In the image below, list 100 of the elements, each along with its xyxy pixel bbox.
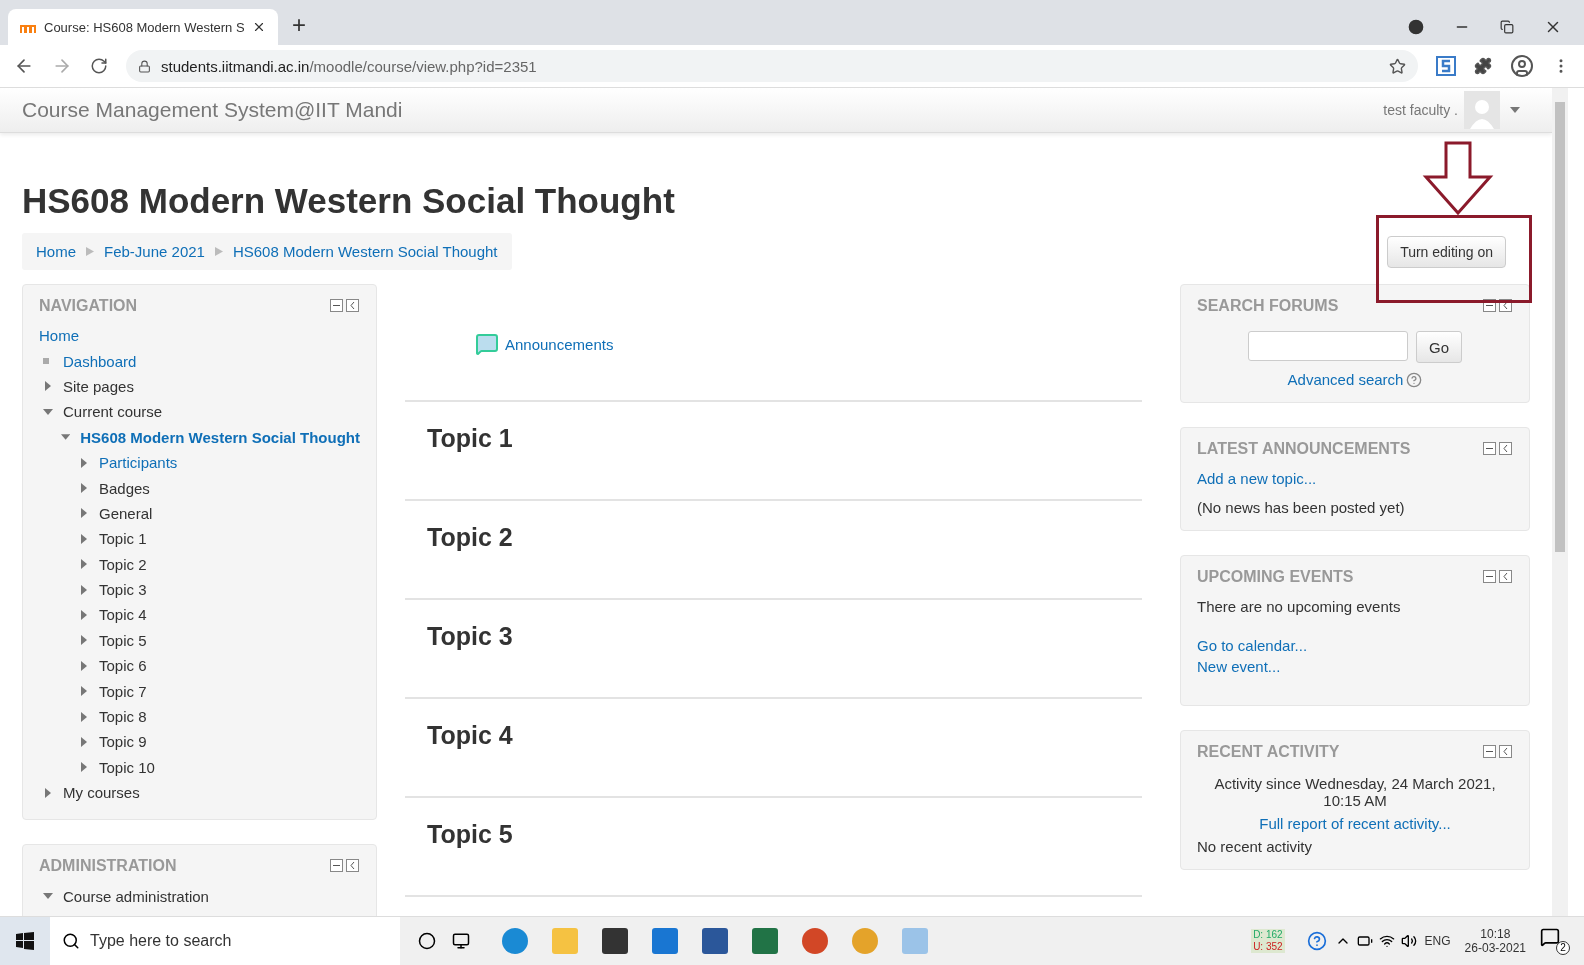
windows-logo-icon: [16, 932, 34, 950]
browser-tab[interactable]: Course: HS608 Modern Western S: [8, 9, 278, 45]
nav-item[interactable]: Site pages: [63, 377, 134, 395]
browser-app-icon[interactable]: [502, 928, 528, 954]
breadcrumb-link[interactable]: Feb-June 2021: [104, 243, 205, 260]
task-view-icon[interactable]: [452, 932, 470, 950]
taskbar-search-field[interactable]: Type here to search: [50, 917, 400, 965]
speaker-icon[interactable]: [1400, 933, 1417, 949]
block-title: NAVIGATION: [39, 297, 138, 315]
collapsed-triangle-icon[interactable]: [79, 736, 89, 747]
activity-since-text: Activity since Wednesday, 24 March 2021, 10:15 AM: [1213, 775, 1497, 809]
down-arrow-icon: [1422, 141, 1494, 215]
full-report-link[interactable]: Full report of recent activity...: [1197, 815, 1513, 832]
address-bar[interactable]: students.iitmandi.ac.in/moodle/course/view.php?id=2351: [126, 50, 1418, 82]
help-icon[interactable]: [1406, 371, 1423, 388]
clock[interactable]: 10:18 26-03-2021: [1464, 927, 1526, 955]
nav-item[interactable]: Topic 8: [99, 708, 147, 726]
nav-item[interactable]: Topic 1: [99, 530, 147, 548]
media-icon[interactable]: [1408, 19, 1424, 35]
collapsed-triangle-icon[interactable]: [79, 483, 89, 494]
block-title: UPCOMING EVENTS: [1197, 568, 1354, 586]
reload-icon[interactable]: [90, 57, 108, 75]
calendar-link[interactable]: Go to calendar...: [1197, 637, 1513, 654]
collapsed-triangle-icon[interactable]: [79, 610, 89, 620]
collapsed-triangle-icon[interactable]: [79, 686, 89, 697]
nav-item[interactable]: Topic 9: [99, 733, 147, 751]
collapsed-triangle-icon[interactable]: [43, 381, 53, 392]
language-indicator[interactable]: ENG: [1424, 934, 1451, 948]
nav-link[interactable]: Participants: [99, 454, 178, 472]
nav-link[interactable]: Home: [39, 327, 79, 345]
calendar-link[interactable]: New event...: [1197, 658, 1513, 675]
profile-icon[interactable]: [1510, 54, 1534, 78]
nav-item[interactable]: Topic 4: [99, 606, 147, 624]
restore-icon[interactable]: [1500, 20, 1514, 34]
caret-icon[interactable]: [1510, 105, 1520, 115]
nav-item[interactable]: Topic 2: [99, 555, 147, 573]
separator-icon: [86, 247, 94, 256]
collapsed-triangle-icon[interactable]: [79, 508, 89, 519]
collapsed-triangle-icon[interactable]: [79, 457, 89, 468]
breadcrumb-link[interactable]: HS608 Modern Western Social Thought: [232, 243, 498, 260]
nav-item[interactable]: Badges: [99, 479, 150, 497]
advanced-search-link[interactable]: Advanced search: [1287, 371, 1404, 388]
nav-item[interactable]: Topic 6: [99, 657, 147, 675]
collapsed-triangle-icon[interactable]: [79, 559, 89, 570]
expanded-triangle-icon[interactable]: [61, 432, 71, 443]
nav-item[interactable]: Current course: [63, 403, 163, 421]
notification-icon: [1540, 927, 1560, 947]
nav-item[interactable]: Topic 7: [99, 682, 147, 700]
breadcrumb-link[interactable]: Home: [36, 243, 76, 260]
block-controls-icon[interactable]: [330, 859, 360, 874]
collapsed-triangle-icon[interactable]: [79, 635, 89, 646]
collapsed-triangle-icon[interactable]: [79, 762, 89, 773]
collapsed-triangle-icon[interactable]: [79, 711, 89, 722]
nav-item[interactable]: My courses: [63, 784, 140, 802]
new-tab-button[interactable]: +: [292, 11, 306, 39]
network-icon[interactable]: [1378, 933, 1395, 949]
nav-link[interactable]: Dashboard: [63, 352, 137, 370]
topic-heading: Topic 5: [427, 820, 514, 849]
block-title: SEARCH FORUMS: [1197, 297, 1339, 315]
site-name[interactable]: Course Management System@IIT Mandi: [22, 98, 403, 122]
expanded-triangle-icon[interactable]: [43, 406, 53, 417]
start-button[interactable]: [0, 917, 50, 965]
block-controls-icon[interactable]: [1483, 745, 1513, 759]
powerpoint-app-icon[interactable]: [802, 928, 828, 954]
nav-link[interactable]: HS608 Modern Western Social Thought: [80, 428, 360, 446]
block-controls-icon[interactable]: [330, 299, 360, 313]
collapsed-triangle-icon[interactable]: [79, 584, 89, 595]
puzzle-icon[interactable]: [1474, 57, 1492, 75]
topic-heading: Topic 4: [427, 721, 514, 750]
block-title: LATEST ANNOUNCEMENTS: [1197, 440, 1411, 458]
star-icon[interactable]: [1389, 57, 1406, 75]
help-icon[interactable]: [1306, 931, 1327, 951]
announcements-link[interactable]: Announcements: [505, 335, 614, 353]
go-button[interactable]: Go: [1416, 331, 1462, 363]
nav-item[interactable]: General: [99, 504, 153, 522]
lock-icon: [138, 59, 151, 73]
collapsed-triangle-icon[interactable]: [79, 660, 89, 671]
user-name[interactable]: test faculty .: [1383, 102, 1458, 118]
turn-editing-on-button[interactable]: Turn editing on: [1387, 235, 1506, 268]
bullet-icon: [43, 358, 49, 365]
extension-s-icon[interactable]: [1436, 56, 1456, 76]
nav-item[interactable]: Topic 10: [99, 758, 155, 776]
collapsed-triangle-icon[interactable]: [43, 787, 53, 798]
scrollbar[interactable]: [1552, 88, 1568, 916]
close-icon[interactable]: [252, 20, 266, 34]
cortana-icon[interactable]: [418, 932, 436, 950]
nav-item[interactable]: Topic 5: [99, 631, 147, 649]
notification-button[interactable]: 2: [1540, 927, 1570, 955]
add-topic-link[interactable]: Add a new topic...: [1197, 470, 1513, 487]
block-controls-icon[interactable]: [1483, 570, 1513, 584]
empty-message: There are no upcoming events: [1197, 598, 1402, 615]
search-field[interactable]: [1248, 331, 1408, 361]
collapsed-triangle-icon[interactable]: [79, 533, 89, 544]
nav-item[interactable]: Course administration: [63, 887, 209, 905]
nav-item[interactable]: Topic 3: [99, 581, 147, 599]
block-controls-icon[interactable]: [1483, 299, 1513, 313]
battery-icon[interactable]: [1356, 933, 1373, 949]
course-title: HS608 Modern Western Social Thought: [22, 181, 676, 221]
topic-heading: Topic 1: [427, 424, 514, 453]
block-controls-icon[interactable]: [1483, 442, 1513, 456]
